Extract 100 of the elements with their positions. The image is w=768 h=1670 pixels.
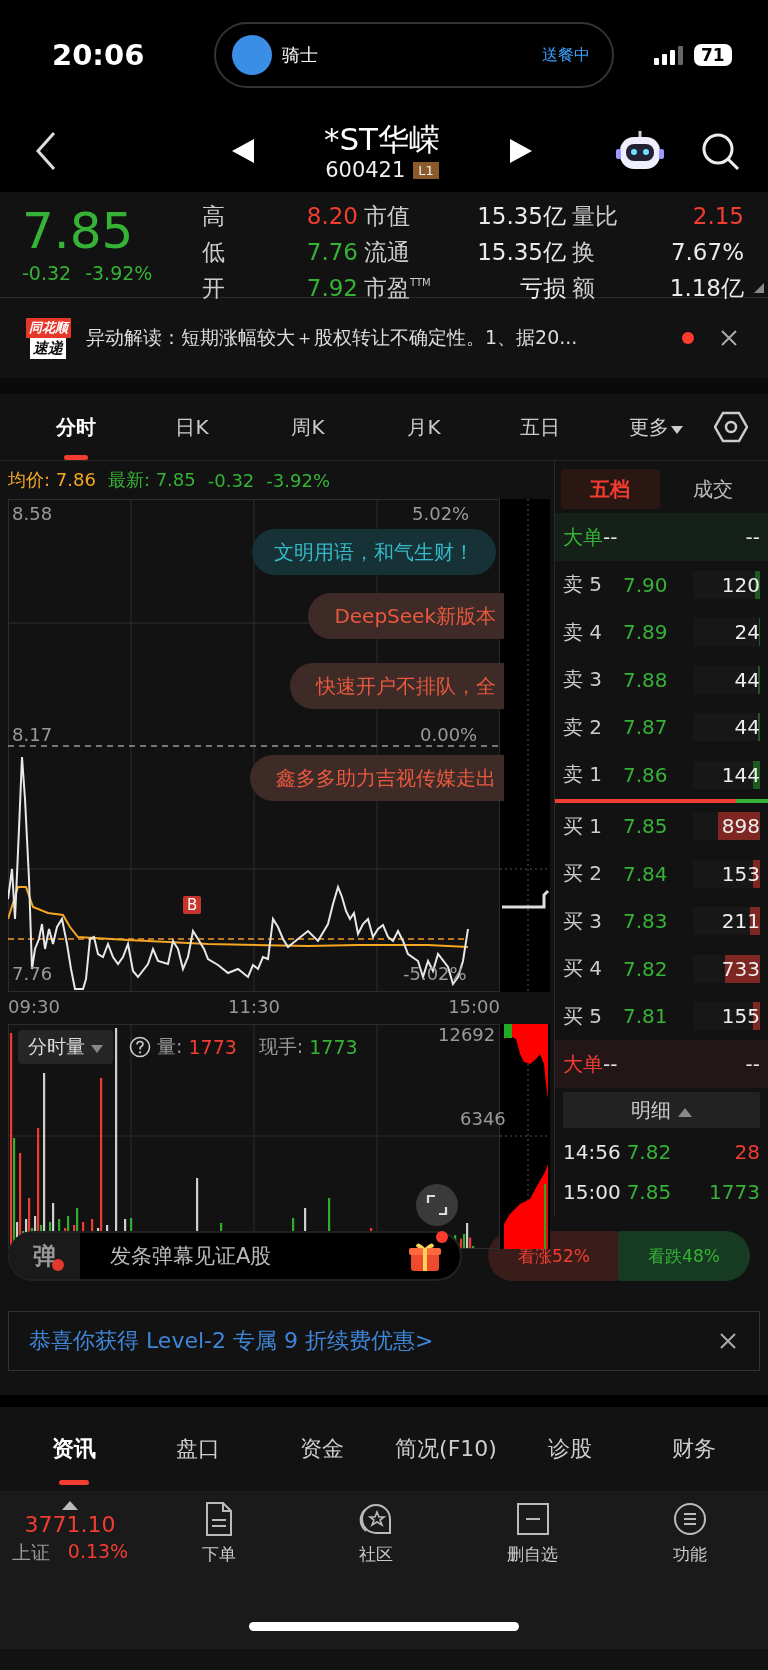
- fullscreen-button[interactable]: [416, 1184, 458, 1226]
- stat-label: 换: [572, 238, 596, 267]
- signal-icon: [654, 45, 684, 65]
- search-icon[interactable]: [700, 131, 740, 171]
- stock-name: *ST华嵘: [323, 120, 441, 158]
- bid-level-label: 买 2: [563, 860, 604, 888]
- toolbar-button[interactable]: 功能: [611, 1501, 768, 1566]
- trade-volume: 1773: [708, 1180, 760, 1204]
- ask-price: 7.90: [623, 572, 669, 597]
- close-icon[interactable]: [719, 1332, 737, 1350]
- buy-marker[interactable]: B: [183, 896, 202, 914]
- large-order-value: --: [603, 1052, 619, 1076]
- chart-tab[interactable]: 周K: [250, 394, 366, 460]
- axis-high-price: 8.58: [12, 503, 53, 524]
- corner-triangle-icon: [754, 283, 764, 293]
- stat-value: 15.35亿: [476, 238, 567, 267]
- help-icon[interactable]: [129, 1036, 152, 1058]
- promo-link[interactable]: 恭喜你获得 Level-2 专属 9 折续费优惠>: [29, 1326, 434, 1356]
- volume-label: 量:: [157, 1034, 183, 1059]
- close-icon[interactable]: [720, 329, 738, 347]
- section-tab[interactable]: 财务: [632, 1407, 756, 1491]
- time-axis-label: 11:30: [228, 995, 280, 1017]
- robot-icon[interactable]: [616, 131, 664, 171]
- stat-value: 7.76: [305, 238, 359, 267]
- back-icon[interactable]: [34, 131, 58, 171]
- trade-volume: 28: [733, 1140, 760, 1164]
- danmaku-input-field[interactable]: 弹 发条弹幕见证A股: [8, 1231, 462, 1281]
- volume-axis-mid: 6346: [460, 1108, 506, 1129]
- section-tab[interactable]: 资讯: [12, 1407, 136, 1491]
- promo-banner[interactable]: 恭喜你获得 Level-2 专属 9 折续费优惠>: [8, 1311, 760, 1371]
- section-tab[interactable]: 资金: [260, 1407, 384, 1491]
- bid-price: 7.81: [623, 1004, 669, 1029]
- current-hand-value: 1773: [309, 1036, 358, 1058]
- stat-value: 亏损: [519, 274, 567, 303]
- volume-type-dropdown[interactable]: 分时量: [18, 1030, 114, 1064]
- trade-time: 14:56: [563, 1140, 621, 1164]
- section-tab[interactable]: 盘口: [136, 1407, 260, 1491]
- ask-price: 7.88: [623, 667, 669, 692]
- stat-value: 2.15: [691, 202, 745, 231]
- left-triangle-icon[interactable]: [231, 139, 254, 163]
- settings-icon[interactable]: [714, 410, 748, 444]
- section-tab[interactable]: 诊股: [508, 1407, 632, 1491]
- volume-axis-max: 12692: [438, 1024, 496, 1045]
- chart-tab[interactable]: 日K: [134, 394, 250, 460]
- large-order-value: --: [603, 525, 619, 549]
- bid-volume: 898: [721, 814, 760, 839]
- trade-price: 7.85: [626, 1180, 672, 1204]
- time-axis-label: 15:00: [448, 995, 500, 1017]
- trade-price: 7.82: [626, 1140, 672, 1164]
- latest-change: -0.32: [207, 469, 255, 491]
- volume-value: 1773: [188, 1036, 237, 1058]
- latest-price: 最新: 7.85: [107, 468, 196, 492]
- caret-icon: [671, 425, 683, 434]
- toolbar-button[interactable]: 社区: [297, 1501, 454, 1566]
- ask-volume: 44: [734, 667, 760, 692]
- gift-icon[interactable]: [408, 1240, 442, 1272]
- ask-volume: 144: [721, 762, 760, 787]
- toolbar-button[interactable]: 删自选: [454, 1501, 611, 1566]
- menu-icon: [671, 1501, 708, 1537]
- danmaku-bubble[interactable]: 快速开户不排队，全: [290, 663, 504, 709]
- index-ticker[interactable]: 3771.10 上证 0.13%: [0, 1501, 140, 1566]
- order-book-tab[interactable]: 成交: [663, 469, 762, 509]
- chart-tab[interactable]: 分时: [18, 394, 134, 460]
- order-book-tab[interactable]: 五档: [561, 469, 660, 509]
- home-indicator[interactable]: [249, 1621, 519, 1631]
- section-tab[interactable]: 简况(F10): [384, 1407, 508, 1491]
- ask-level-label: 卖 1: [563, 761, 604, 789]
- rider-avatar-icon: [232, 35, 272, 75]
- activity-status: 送餐中: [542, 44, 590, 66]
- bid-level-label: 买 5: [563, 1002, 604, 1030]
- caret-up-icon: [677, 1107, 692, 1117]
- ask-level-label: 卖 5: [563, 571, 604, 599]
- bid-volume: 211: [721, 909, 760, 934]
- danmaku-toggle-icon[interactable]: 弹: [10, 1233, 80, 1279]
- vote-button[interactable]: 看跌48%: [618, 1231, 750, 1281]
- toolbar-button[interactable]: 下单: [140, 1501, 297, 1566]
- axis-previous-close: 8.17: [12, 724, 53, 745]
- danmaku-bubble[interactable]: 鑫多多助力吉视传媒走出: [250, 755, 504, 801]
- right-triangle-icon[interactable]: [510, 139, 533, 163]
- chart-tab[interactable]: 月K: [366, 394, 482, 460]
- news-headline[interactable]: 异动解读：短期涨幅较大＋股权转让不确定性。1、据20...: [86, 325, 668, 351]
- stat-value: 7.92: [305, 274, 359, 303]
- stat-label: 流通: [364, 238, 411, 267]
- stat-label: 额: [572, 274, 596, 303]
- large-order-value: --: [744, 524, 760, 551]
- chart-tab[interactable]: 更多: [598, 394, 714, 460]
- trade-detail-button[interactable]: 明细: [563, 1092, 760, 1128]
- level-badge: L1: [413, 161, 439, 179]
- danmaku-bubble[interactable]: DeepSeek新版本: [308, 593, 504, 639]
- ask-level-label: 卖 2: [563, 713, 604, 741]
- bid-volume: 733: [721, 956, 760, 981]
- current-hand-label: 现手:: [258, 1034, 304, 1059]
- axis-high-percent: 5.02%: [412, 503, 470, 524]
- battery-indicator: 71: [694, 44, 732, 66]
- live-activity-pill[interactable]: 骑士 送餐中: [214, 22, 614, 88]
- bid-volume: 153: [721, 861, 760, 886]
- caret-icon: [91, 1045, 104, 1053]
- danmaku-bubble[interactable]: 文明用语，和气生财！: [252, 529, 496, 575]
- stat-label: 市值: [364, 202, 411, 231]
- chart-tab[interactable]: 五日: [482, 394, 598, 460]
